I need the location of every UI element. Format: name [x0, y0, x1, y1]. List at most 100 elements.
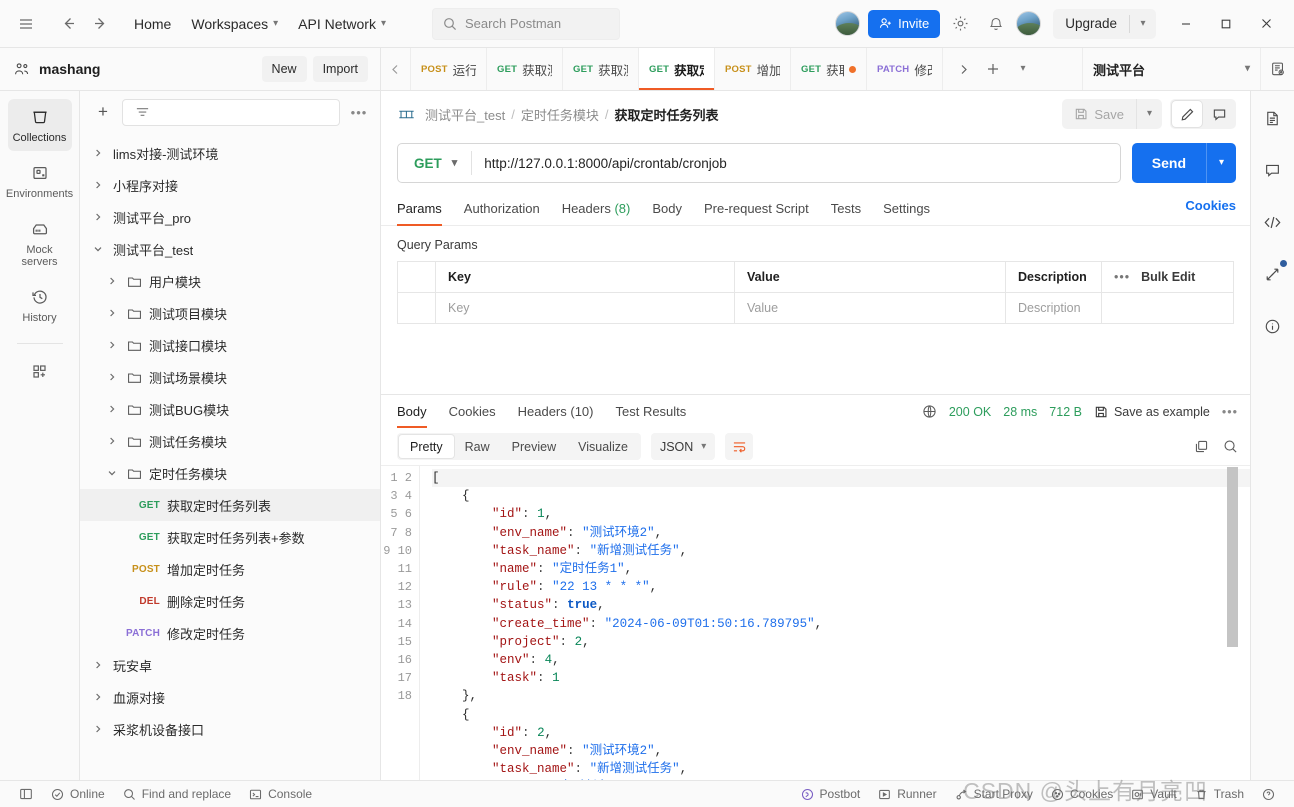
list-item[interactable]: GET 获取定时任务列表+参数 — [80, 521, 380, 553]
response-tab[interactable]: Body — [397, 395, 427, 428]
tree-folder-item[interactable]: 测试场景模块 — [80, 361, 380, 393]
nav-workspaces[interactable]: Workspaces ▾ — [181, 10, 288, 38]
list-item[interactable]: DEL 删除定时任务 — [80, 585, 380, 617]
new-module-button[interactable] — [8, 354, 72, 388]
vault-button[interactable]: Vault — [1122, 784, 1185, 805]
upgrade-dropdown-button[interactable]: ▾ — [1130, 9, 1156, 39]
request-tab[interactable]: GET 获取测 — [563, 48, 639, 90]
view-mode-preview[interactable]: Preview — [501, 435, 567, 458]
chevron-right-icon[interactable] — [104, 372, 120, 382]
comment-icon[interactable] — [1204, 101, 1234, 127]
response-format-select[interactable]: JSON ▾ — [650, 433, 716, 460]
wrap-lines-icon[interactable] — [725, 433, 754, 460]
chevron-right-icon[interactable] — [104, 340, 120, 350]
view-mode-visualize[interactable]: Visualize — [567, 435, 639, 458]
param-description-input[interactable]: Description — [1005, 292, 1102, 324]
tree-folder-item[interactable]: 测试接口模块 — [80, 329, 380, 361]
response-body-code[interactable]: [ { "id": 1, "env_name": "测试环境2", "task_… — [419, 466, 1250, 780]
tree-collection-item[interactable]: 玩安卓 — [80, 649, 380, 681]
search-icon[interactable] — [1223, 439, 1238, 454]
help-icon[interactable] — [1253, 784, 1284, 805]
tab-headers[interactable]: Headers (8) — [562, 195, 631, 225]
row-checkbox[interactable] — [397, 292, 436, 324]
new-button[interactable]: New — [261, 56, 307, 82]
chevron-right-icon[interactable] — [90, 148, 106, 158]
chevron-right-icon[interactable] — [90, 660, 106, 670]
tree-collection-item[interactable]: 小程序对接 — [80, 169, 380, 201]
sidebar-item-environments[interactable]: Environments — [6, 155, 73, 207]
arrow-left-icon[interactable] — [52, 8, 84, 40]
tab-tests[interactable]: Tests — [831, 195, 861, 225]
gear-icon[interactable] — [944, 8, 976, 40]
param-value-input[interactable]: Value — [734, 292, 1006, 324]
param-key-input[interactable]: Key — [435, 292, 735, 324]
runner-button[interactable]: Runner — [869, 784, 945, 805]
tab-settings[interactable]: Settings — [883, 195, 930, 225]
documentation-icon[interactable] — [1258, 105, 1288, 131]
tab-params[interactable]: Params — [397, 195, 442, 226]
tabs-scroll-right-button[interactable] — [949, 55, 977, 83]
save-button[interactable]: Save — [1062, 99, 1136, 129]
tree-collection-item[interactable]: 测试平台_pro — [80, 201, 380, 233]
start-proxy-button[interactable]: Start Proxy — [946, 784, 1042, 805]
code-snippet-icon[interactable] — [1258, 209, 1288, 235]
tab-pre-request-script[interactable]: Pre-request Script — [704, 195, 809, 225]
trash-button[interactable]: Trash — [1186, 784, 1253, 805]
invite-button[interactable]: Invite — [868, 9, 941, 38]
comments-icon[interactable] — [1258, 157, 1288, 183]
fork-changes-icon[interactable] — [1258, 260, 1288, 287]
chevron-right-icon[interactable] — [104, 308, 120, 318]
request-tab[interactable]: GET 获取定 — [639, 48, 715, 90]
upgrade-button[interactable]: Upgrade — [1053, 9, 1129, 39]
save-dropdown-button[interactable]: ▾ — [1136, 99, 1162, 129]
arrow-right-icon[interactable] — [84, 8, 116, 40]
hamburger-icon[interactable] — [10, 8, 42, 40]
tree-folder-item[interactable]: 测试BUG模块 — [80, 393, 380, 425]
bell-icon[interactable] — [980, 8, 1012, 40]
copy-icon[interactable] — [1194, 439, 1209, 454]
new-tab-button[interactable] — [979, 55, 1007, 83]
sidebar-filter-input[interactable] — [122, 98, 340, 126]
tree-collection-item[interactable]: lims对接-测试环境 — [80, 137, 380, 169]
sidebar-more-button[interactable]: ••• — [348, 105, 370, 120]
list-item[interactable]: POST 增加定时任务 — [80, 553, 380, 585]
response-tab[interactable]: Headers (10) — [518, 395, 594, 428]
view-mode-raw[interactable]: Raw — [454, 435, 501, 458]
tree-folder-item[interactable]: 测试任务模块 — [80, 425, 380, 457]
user-avatar[interactable] — [1016, 11, 1042, 36]
tree-folder-item[interactable]: 用户模块 — [80, 265, 380, 297]
more-dots-icon[interactable]: ••• — [1222, 405, 1238, 419]
sidebar-item-history[interactable]: History — [8, 279, 72, 331]
postbot-button[interactable]: Postbot — [792, 784, 870, 805]
send-button[interactable]: Send — [1132, 143, 1206, 183]
chevron-right-icon[interactable] — [104, 276, 120, 286]
tab-list-dropdown-button[interactable]: ▾ — [1009, 55, 1037, 83]
tab-authorization[interactable]: Authorization — [464, 195, 540, 225]
request-tab[interactable]: POST 运行 — [411, 48, 487, 90]
create-new-button[interactable]: + — [92, 101, 114, 123]
tree-folder-item[interactable]: 测试项目模块 — [80, 297, 380, 329]
request-tab[interactable]: POST 增加 — [715, 48, 791, 90]
response-scrollbar-thumb[interactable] — [1227, 467, 1238, 647]
bulk-edit-button[interactable]: Bulk Edit — [1141, 270, 1195, 284]
tab-body[interactable]: Body — [652, 195, 682, 225]
globe-icon[interactable] — [922, 404, 937, 419]
console-button[interactable]: Console — [240, 784, 321, 805]
nav-api-network[interactable]: API Network ▾ — [288, 10, 396, 38]
view-mode-pretty[interactable]: Pretty — [399, 435, 454, 458]
sidebar-item-mock-servers[interactable]: Mock servers — [8, 211, 72, 275]
request-tab[interactable]: GET 获取测 — [791, 48, 867, 90]
pencil-icon[interactable] — [1172, 101, 1202, 127]
tabs-scroll-left-button[interactable] — [381, 48, 411, 90]
more-dots-icon[interactable]: ••• — [1114, 270, 1130, 284]
close-button[interactable] — [1246, 7, 1286, 41]
nav-home[interactable]: Home — [124, 10, 181, 38]
find-and-replace-button[interactable]: Find and replace — [114, 784, 240, 805]
http-method-select[interactable]: GET ▾ — [398, 144, 471, 182]
environment-selector[interactable]: 测试平台 ▾ — [1082, 48, 1260, 90]
response-tab[interactable]: Test Results — [615, 395, 686, 428]
minimize-button[interactable] — [1166, 7, 1206, 41]
maximize-button[interactable] — [1206, 7, 1246, 41]
breadcrumb-folder[interactable]: 定时任务模块 — [521, 105, 599, 124]
list-item[interactable]: GET 获取定时任务列表 — [80, 489, 380, 521]
